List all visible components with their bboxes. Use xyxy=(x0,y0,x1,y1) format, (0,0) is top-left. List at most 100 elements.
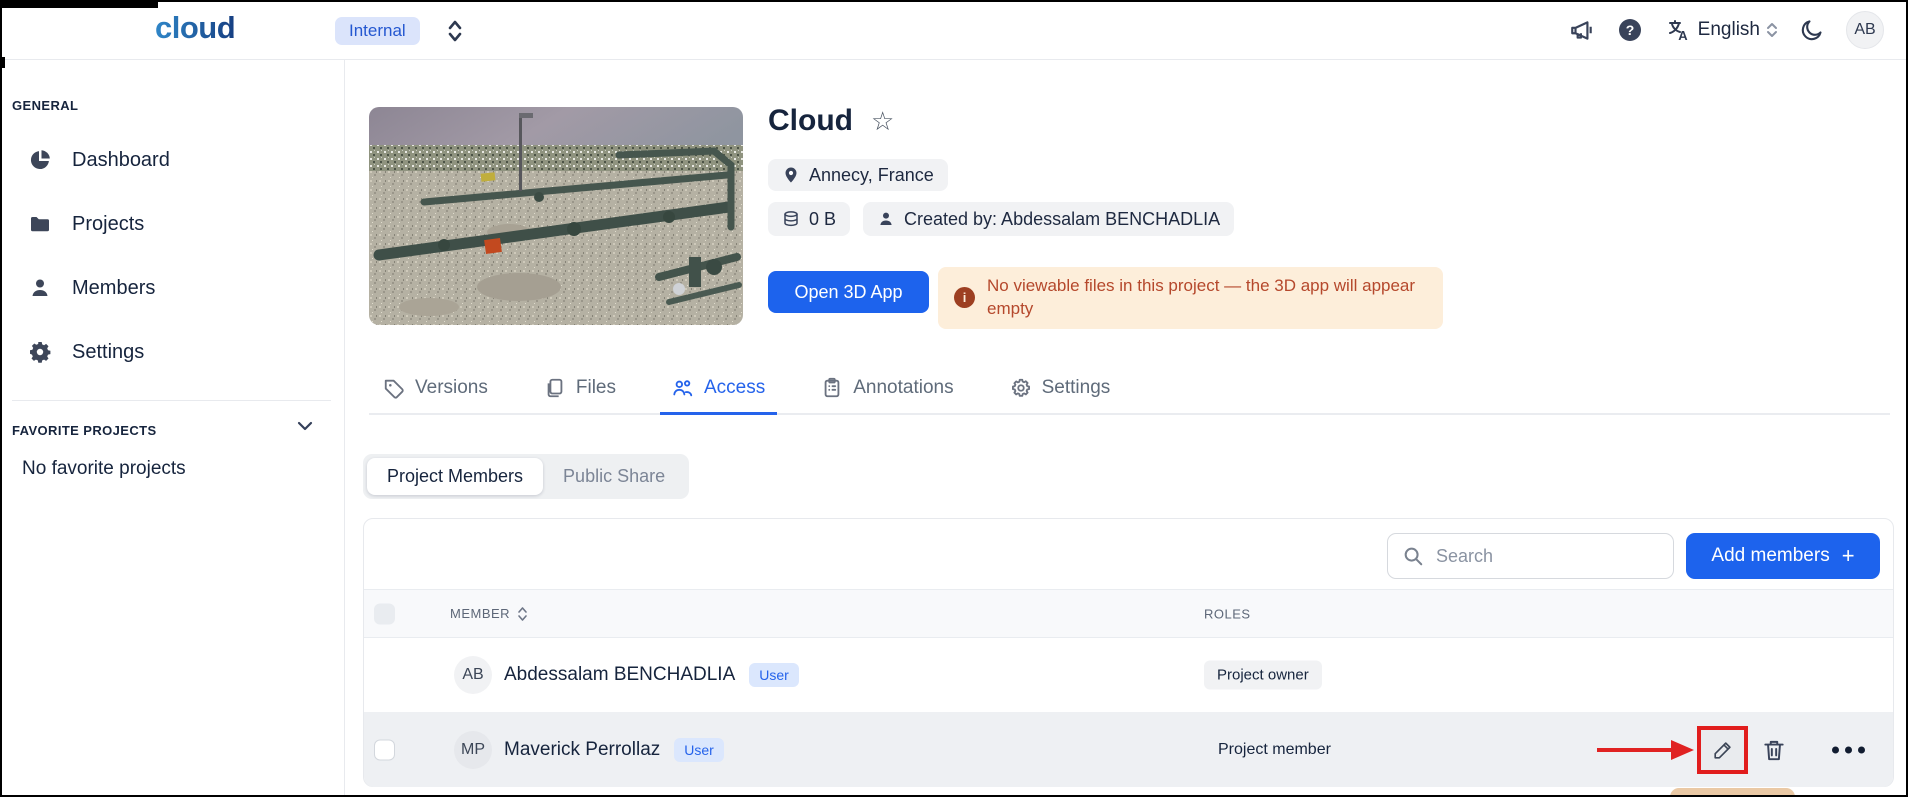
language-selector[interactable]: A English xyxy=(1664,16,1778,44)
sidebar-item-dashboard[interactable]: Dashboard xyxy=(28,140,170,180)
sidebar-item-label: Members xyxy=(72,277,155,300)
tag-icon xyxy=(383,377,405,399)
row-checkbox[interactable] xyxy=(374,740,395,761)
column-header-roles: ROLES xyxy=(1204,606,1251,621)
subtab-project-members[interactable]: Project Members xyxy=(367,458,543,495)
tab-label: Settings xyxy=(1042,377,1111,399)
page-title: Cloud xyxy=(768,104,853,138)
project-tabs: Versions Files Access Annotations Settin… xyxy=(369,363,1890,415)
tab-label: Files xyxy=(576,377,616,399)
project-thumbnail xyxy=(369,107,743,325)
svg-text:A: A xyxy=(1678,28,1688,42)
member-type-badge: User xyxy=(674,738,724,762)
sidebar: GENERAL Dashboard Projects Members Setti… xyxy=(0,60,345,797)
sidebar-section-general: GENERAL xyxy=(12,98,78,113)
topbar-actions: ? A English AB xyxy=(1568,0,1884,60)
sidebar-section-favorites[interactable]: FAVORITE PROJECTS xyxy=(12,423,157,438)
column-header-member[interactable]: MEMBER xyxy=(450,605,528,623)
tab-versions[interactable]: Versions xyxy=(383,363,488,413)
sort-icon xyxy=(517,605,528,623)
member-name: Abdessalam BENCHADLIA xyxy=(504,664,735,686)
trash-icon xyxy=(1761,737,1787,763)
tab-access[interactable]: Access xyxy=(672,363,765,413)
tab-settings[interactable]: Settings xyxy=(1010,363,1111,413)
role-label: Project member xyxy=(1218,741,1331,759)
top-bar: cloud Internal ? A English xyxy=(0,0,1908,60)
pencil-icon xyxy=(1712,739,1734,761)
tab-annotations[interactable]: Annotations xyxy=(821,363,953,413)
gear-outline-icon xyxy=(1010,377,1032,399)
add-members-button[interactable]: Add members + xyxy=(1686,533,1880,579)
gear-icon xyxy=(28,340,52,364)
tab-files[interactable]: Files xyxy=(544,363,616,413)
table-row: AB Abdessalam BENCHADLIA User Project ow… xyxy=(364,638,1893,713)
database-icon xyxy=(782,210,800,228)
search-icon xyxy=(1402,545,1424,567)
folder-icon xyxy=(28,212,52,236)
access-subtabs: Project Members Public Share xyxy=(363,454,689,499)
pie-chart-icon xyxy=(28,148,52,172)
file-icon xyxy=(544,377,566,399)
more-options-icon[interactable] xyxy=(1832,747,1865,754)
megaphone-icon[interactable] xyxy=(1568,16,1596,44)
annotation-arrow xyxy=(1597,740,1694,760)
person-icon xyxy=(877,210,895,228)
size-label: 0 B xyxy=(809,209,836,230)
moon-icon[interactable] xyxy=(1798,16,1826,44)
tab-label: Annotations xyxy=(853,377,953,399)
main-content: Cloud ☆ Annecy, France 0 B Created by: A… xyxy=(346,60,1908,797)
member-type-badge: User xyxy=(749,663,799,687)
workspace-switcher-chevron-icon[interactable] xyxy=(446,18,464,44)
workspace-badge[interactable]: Internal xyxy=(335,17,420,45)
location-chip: Annecy, France xyxy=(768,159,948,191)
warning-text: No viewable files in this project — the … xyxy=(987,275,1427,321)
created-by-label: Created by: Abdessalam BENCHADLIA xyxy=(904,209,1220,230)
search-input[interactable] xyxy=(1436,546,1636,567)
member-name-cell: Abdessalam BENCHADLIA User xyxy=(504,663,799,687)
sidebar-item-label: Settings xyxy=(72,341,144,364)
person-icon xyxy=(28,276,52,300)
sidebar-item-projects[interactable]: Projects xyxy=(28,204,144,244)
screenshot-artifact-bottom-right xyxy=(1670,788,1795,797)
sidebar-item-members[interactable]: Members xyxy=(28,268,155,308)
sidebar-item-label: Projects xyxy=(72,213,144,236)
search-box xyxy=(1387,533,1674,579)
sidebar-item-settings[interactable]: Settings xyxy=(28,332,144,372)
sidebar-item-label: Dashboard xyxy=(72,149,170,172)
screenshot-artifact-left-edge xyxy=(0,57,5,68)
created-by-chip: Created by: Abdessalam BENCHADLIA xyxy=(863,202,1234,236)
language-label: English xyxy=(1698,19,1760,41)
language-chevron-icon xyxy=(1766,20,1778,40)
chevron-down-icon[interactable] xyxy=(294,415,316,437)
people-icon xyxy=(672,377,694,399)
user-avatar[interactable]: AB xyxy=(1846,11,1884,49)
star-outline-icon[interactable]: ☆ xyxy=(871,108,894,134)
sidebar-divider xyxy=(12,400,331,401)
members-card: Add members + MEMBER ROLES AB Abdessalam… xyxy=(363,518,1894,787)
member-name-cell: Maverick Perrollaz User xyxy=(504,738,724,762)
svg-text:?: ? xyxy=(1625,22,1634,38)
avatar: AB xyxy=(454,656,492,694)
table-header: MEMBER ROLES xyxy=(364,589,1893,638)
avatar: MP xyxy=(454,731,492,769)
role-badge: Project owner xyxy=(1204,661,1322,690)
project-header: Cloud ☆ xyxy=(768,104,894,138)
table-row: MP Maverick Perrollaz User Project membe… xyxy=(364,713,1893,787)
size-chip: 0 B xyxy=(768,202,850,236)
location-label: Annecy, France xyxy=(809,165,934,186)
location-pin-icon xyxy=(782,166,800,184)
warning-banner: i No viewable files in this project — th… xyxy=(938,267,1443,329)
edit-member-button[interactable] xyxy=(1697,726,1748,774)
screenshot-artifact-top-left xyxy=(0,0,158,8)
open-3d-app-button[interactable]: Open 3D App xyxy=(768,271,929,313)
tab-label: Access xyxy=(704,377,765,399)
subtab-public-share[interactable]: Public Share xyxy=(543,458,685,495)
select-all-checkbox[interactable] xyxy=(374,603,395,624)
delete-member-button[interactable] xyxy=(1760,736,1788,764)
plus-icon: + xyxy=(1842,543,1855,569)
app-logo[interactable]: cloud xyxy=(155,10,235,46)
tab-label: Versions xyxy=(415,377,488,399)
help-icon[interactable]: ? xyxy=(1616,16,1644,44)
add-members-label: Add members xyxy=(1711,545,1829,567)
favorites-empty-text: No favorite projects xyxy=(22,458,186,480)
